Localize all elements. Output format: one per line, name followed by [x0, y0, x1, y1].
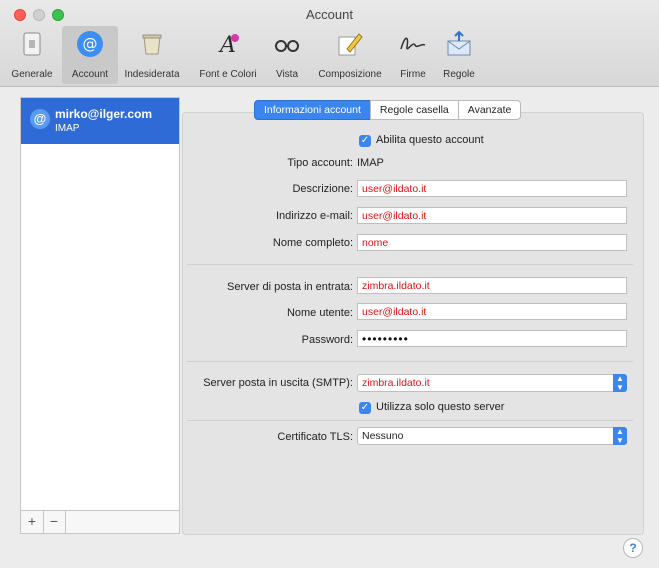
svg-text:@: @	[83, 35, 98, 53]
toolbar: Generale @ Account Indesiderata A Font e…	[0, 26, 500, 84]
section-divider	[187, 264, 633, 265]
at-account-icon: @	[30, 109, 50, 129]
only-this-server-label: Utilizza solo questo server	[376, 401, 505, 413]
tab-informazioni-account[interactable]: Informazioni account	[254, 100, 371, 120]
fullname-field[interactable]: nome	[357, 234, 627, 251]
toolbar-regole[interactable]: Regole	[437, 26, 481, 84]
toolbar-indesiderata[interactable]: Indesiderata	[122, 26, 182, 84]
incoming-server-field[interactable]: zimbra.ildato.it	[357, 277, 627, 294]
password-label: Password:	[301, 334, 353, 346]
tls-certificate-popup[interactable]: Nessuno ▲ ▼	[357, 427, 627, 445]
account-type: IMAP	[55, 123, 80, 134]
list-actions-bar: + −	[21, 510, 179, 533]
toolbar-composizione[interactable]: Composizione	[312, 26, 388, 84]
glasses-icon	[272, 30, 302, 58]
toolbar-font-colori[interactable]: A Font e Colori	[193, 26, 263, 84]
accounts-list: @ mirko@ilger.com IMAP + −	[20, 97, 180, 534]
chevron-updown-icon: ▲ ▼	[613, 374, 627, 392]
toolbar-account[interactable]: @ Account	[62, 26, 118, 84]
section-divider	[187, 361, 633, 362]
description-label: Descrizione:	[292, 183, 353, 195]
junk-trash-icon	[137, 30, 167, 58]
general-switch-icon	[17, 30, 47, 58]
username-field[interactable]: user@ildato.it	[357, 303, 627, 320]
email-field[interactable]: user@ildato.it	[357, 207, 627, 224]
section-divider	[187, 420, 633, 421]
email-label: Indirizzo e-mail:	[275, 210, 353, 222]
add-account-button[interactable]: +	[21, 511, 44, 533]
account-item[interactable]: @ mirko@ilger.com IMAP	[21, 98, 179, 144]
account-name: mirko@ilger.com	[55, 107, 153, 121]
signature-icon	[398, 30, 428, 58]
tls-label: Certificato TLS:	[277, 431, 353, 443]
window-title: Account	[306, 7, 353, 22]
toolbar-generale[interactable]: Generale	[6, 26, 58, 84]
enable-account-label: Abilita questo account	[376, 134, 484, 146]
smtp-server-popup[interactable]: zimbra.ildato.it ▲ ▼	[357, 374, 627, 392]
tab-bar: Informazioni account Regole casella Avan…	[254, 100, 522, 120]
preferences-window: Account Generale @ Account Indesiderata	[0, 0, 659, 568]
pencil-compose-icon	[335, 30, 365, 58]
toolbar-firme[interactable]: Firme	[393, 26, 433, 84]
fullname-label: Nome completo:	[272, 237, 353, 249]
incoming-server-label: Server di posta in entrata:	[227, 281, 353, 293]
account-type-label: Tipo account:	[287, 157, 353, 169]
password-field[interactable]: •••••••••	[357, 330, 627, 347]
font-colors-icon: A	[213, 30, 243, 58]
enable-account-checkbox[interactable]: ✓	[359, 135, 371, 147]
only-this-server-checkbox[interactable]: ✓	[359, 402, 371, 414]
chevron-updown-icon: ▲ ▼	[613, 427, 627, 445]
rules-envelope-icon	[444, 30, 474, 58]
tab-avanzate[interactable]: Avanzate	[457, 100, 522, 120]
username-label: Nome utente:	[286, 307, 353, 319]
account-type-value: IMAP	[357, 157, 384, 169]
smtp-label: Server posta in uscita (SMTP):	[203, 377, 353, 389]
account-details-panel	[182, 112, 644, 535]
toolbar-vista[interactable]: Vista	[266, 26, 308, 84]
help-button[interactable]: ?	[623, 538, 643, 558]
smtp-server-value: zimbra.ildato.it	[362, 377, 430, 389]
title-bar: Account Generale @ Account Indesiderata	[0, 0, 659, 87]
tls-certificate-value: Nessuno	[362, 430, 404, 442]
at-sign-icon: @	[75, 30, 105, 58]
remove-account-button[interactable]: −	[43, 511, 66, 533]
tab-regole-casella[interactable]: Regole casella	[369, 100, 459, 120]
description-field[interactable]: user@ildato.it	[357, 180, 627, 197]
